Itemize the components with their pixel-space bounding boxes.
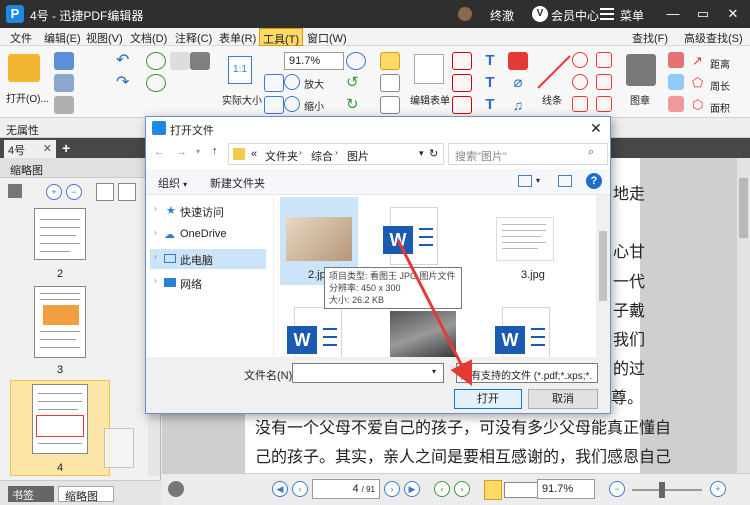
annotation-arrow [396, 239, 473, 387]
